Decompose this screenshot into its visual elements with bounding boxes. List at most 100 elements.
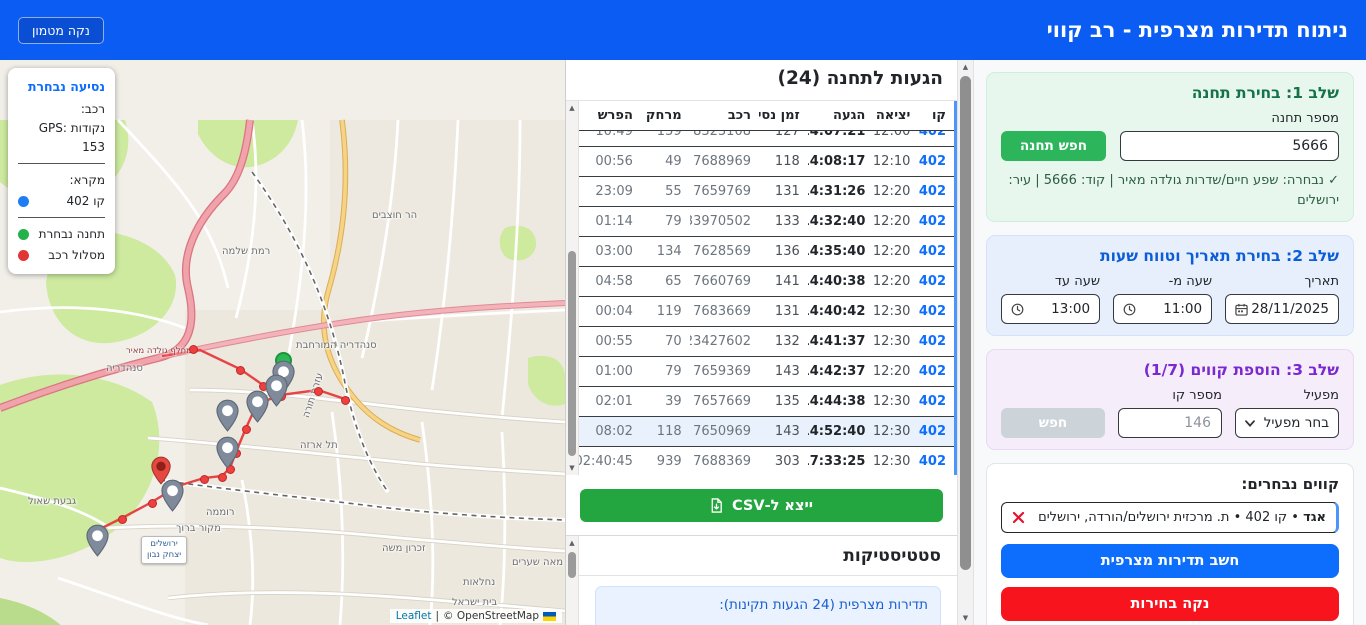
route-point-marker[interactable]	[235, 365, 245, 375]
route-point-marker[interactable]	[147, 498, 157, 508]
search-line-button[interactable]: חפש	[1001, 408, 1105, 438]
operator-select-value: בחר מפעיל	[1263, 415, 1329, 431]
route-color-dot	[18, 249, 29, 261]
date-input[interactable]: 28/11/2025	[1225, 294, 1339, 324]
map[interactable]: רמת שלמה הר חוצבים סנהדריה המורחבת סנהדריה מ…	[0, 60, 565, 625]
route-point-marker[interactable]	[199, 474, 209, 484]
table-row[interactable]: 40212:0014:07:21127832310815910:49	[579, 131, 954, 147]
table-scroll-down-arrow[interactable]: ▼	[566, 461, 578, 475]
legend-vehicle-label: רכב:	[80, 102, 105, 117]
table-scrollbar-thumb[interactable]	[568, 251, 576, 456]
line-number-input[interactable]	[1118, 408, 1222, 438]
clear-selection-button[interactable]: נקה בחירות	[1001, 587, 1339, 621]
time-from-input[interactable]: 11:00	[1113, 294, 1213, 324]
legend-station-item: תחנה נבחרת	[18, 225, 105, 244]
arrivals-panel: הגעות לתחנה (24) קו יציאה הגעה זמן נסיעה…	[565, 60, 957, 625]
route-point-marker[interactable]	[340, 395, 350, 405]
map-place-label: סנהדריה המורחבת	[296, 340, 377, 351]
table-row[interactable]: 40212:2014:40:3814176607696504:58	[579, 267, 954, 297]
osm-link[interactable]: © OpenStreetMap	[443, 610, 539, 622]
selected-line-item[interactable]: אגד • קו 402 • ת. מרכזית ירושלים/הורדה, …	[1001, 502, 1339, 533]
line-color-dot	[18, 195, 29, 207]
legend-gps-points: נקודות GPS: 153	[38, 120, 105, 154]
operator-label: מפעיל	[1303, 388, 1339, 403]
calculate-frequency-button[interactable]: חשב תדירות מצרפית	[1001, 544, 1339, 578]
station-color-dot	[18, 229, 29, 241]
legend-line-item: קו 402	[18, 192, 105, 211]
legend-title: נסיעה נבחרת	[27, 79, 105, 94]
leaflet-link[interactable]: Leaflet	[396, 610, 432, 622]
gps-pin-marker[interactable]	[85, 524, 109, 561]
stats-scroll-up-arrow[interactable]: ▲	[566, 536, 578, 550]
clear-cache-button[interactable]: נקה מטמון	[18, 16, 104, 44]
search-station-button[interactable]: חפש תחנה	[1001, 131, 1106, 161]
scroll-up-arrow[interactable]: ▲	[958, 60, 973, 74]
table-row[interactable]: 40212:2014:35:40136762856913403:00	[579, 237, 954, 267]
main-content: שלב 1: בחירת תחנה מספר תחנה חפש תחנה ✓ נ…	[0, 60, 1366, 625]
selected-lines-panel: קווים נבחרים: אגד • קו 402 • ת. מרכזית י…	[986, 463, 1354, 625]
csv-export-area: ייצא ל-CSV	[566, 475, 957, 535]
page-title: ניתוח תדירות מצרפית - רב קווי	[1046, 18, 1348, 42]
route-point-marker[interactable]	[313, 386, 323, 396]
map-place-label: גבעת שאול	[28, 496, 77, 507]
date-value: 28/11/2025	[1251, 301, 1329, 317]
step2-panel: שלב 2: בחירת תאריך וטווח שעות תאריך 28/1…	[986, 235, 1354, 336]
table-row[interactable]: 40212:3014:44:3813576576693902:01	[579, 387, 954, 417]
page-scrollbar[interactable]: ▲ ▼	[957, 60, 974, 625]
col-distance: מרחק (מ')	[641, 108, 682, 123]
arrivals-table: קו יציאה הגעה זמן נסיעה רכב מרחק (מ') הפ…	[566, 101, 957, 475]
clock-icon	[1011, 303, 1024, 316]
train-station-label: ירושלים יצחק נבון	[141, 536, 188, 565]
col-gap: הפרש	[597, 108, 633, 123]
gps-pin-marker[interactable]	[215, 399, 239, 436]
map-place-label: רוממה	[206, 507, 235, 518]
chevron-down-icon	[1245, 419, 1255, 427]
table-scroll-up-arrow[interactable]: ▲	[566, 101, 578, 115]
page-scrollbar-thumb[interactable]	[960, 76, 971, 570]
station-number-input[interactable]	[1120, 131, 1339, 161]
calendar-icon	[1235, 303, 1248, 316]
operator-select[interactable]: בחר מפעיל	[1235, 408, 1339, 438]
time-from-label: שעה מ-	[1168, 274, 1213, 289]
statistics-scrollbar-thumb[interactable]	[568, 552, 576, 578]
map-legend: נסיעה נבחרת רכב: נקודות GPS: 153 מקרא: ק…	[8, 68, 115, 274]
table-scrollbar[interactable]: ▲ ▼	[566, 101, 579, 475]
table-row[interactable]: 40212:3017:33:25303768836993902:40:45	[579, 447, 954, 474]
table-row[interactable]: 40212:2014:32:40133339705027901:14	[579, 207, 954, 237]
route-point-marker[interactable]	[217, 472, 227, 482]
map-place-label: רמת שלמה	[222, 246, 271, 257]
time-to-value: 13:00	[1051, 301, 1091, 317]
export-csv-button[interactable]: ייצא ל-CSV	[580, 489, 943, 522]
step3-panel: שלב 3: הוספת קווים (1/7) מפעיל בחר מפעיל…	[986, 349, 1354, 450]
table-row[interactable]: 40212:3014:52:40143765096911808:02	[579, 417, 954, 447]
gps-pin-marker[interactable]	[160, 479, 184, 516]
gps-pin-marker[interactable]	[215, 436, 239, 473]
table-body: 40212:0014:07:21127832310815910:4940212:…	[579, 131, 954, 474]
table-header: קו יציאה הגעה זמן נסיעה רכב מרחק (מ') הפ…	[579, 101, 954, 131]
statistics-title: סטטיסטיקות	[579, 536, 957, 576]
time-from-value: 11:00	[1163, 301, 1203, 317]
route-point-marker[interactable]	[117, 514, 127, 524]
col-travel-time: זמן נסיעה	[759, 108, 800, 123]
map-place-label: נחלאות	[463, 577, 496, 588]
station-selected-note: ✓ נבחרה: שפע חיים/שדרות גולדה מאיר | קוד…	[1008, 173, 1339, 208]
table-row[interactable]: 40212:1014:08:1711876889694900:56	[579, 147, 954, 177]
gps-pin-marker[interactable]	[245, 390, 269, 427]
table-row[interactable]: 40212:2014:42:3714376593697901:00	[579, 357, 954, 387]
table-row[interactable]: 40212:3014:41:37132234276027000:55	[579, 327, 954, 357]
route-point-marker[interactable]	[188, 344, 198, 354]
col-line: קו	[931, 108, 946, 123]
remove-line-button[interactable]	[1012, 511, 1025, 524]
map-place-label: מחלף גולדה מאיר	[126, 346, 192, 356]
map-place-label: מאה שערים	[512, 557, 564, 568]
map-place-label: זכרון משה	[382, 543, 426, 554]
scroll-down-arrow[interactable]: ▼	[958, 611, 973, 625]
table-row[interactable]: 40212:3014:40:42131768366911900:04	[579, 297, 954, 327]
map-place-label: סנהדריה	[106, 363, 143, 374]
statistics-section: סטטיסטיקות תדירות מצרפית (24 הגעות תקינו…	[566, 535, 957, 625]
table-row[interactable]: 40212:2014:31:2613176597695523:09	[579, 177, 954, 207]
time-to-input[interactable]: 13:00	[1001, 294, 1101, 324]
statistics-scrollbar[interactable]: ▲ ▼	[566, 536, 579, 625]
col-arrival: הגעה	[833, 108, 866, 123]
map-place-label: הר חוצבים	[372, 210, 418, 221]
